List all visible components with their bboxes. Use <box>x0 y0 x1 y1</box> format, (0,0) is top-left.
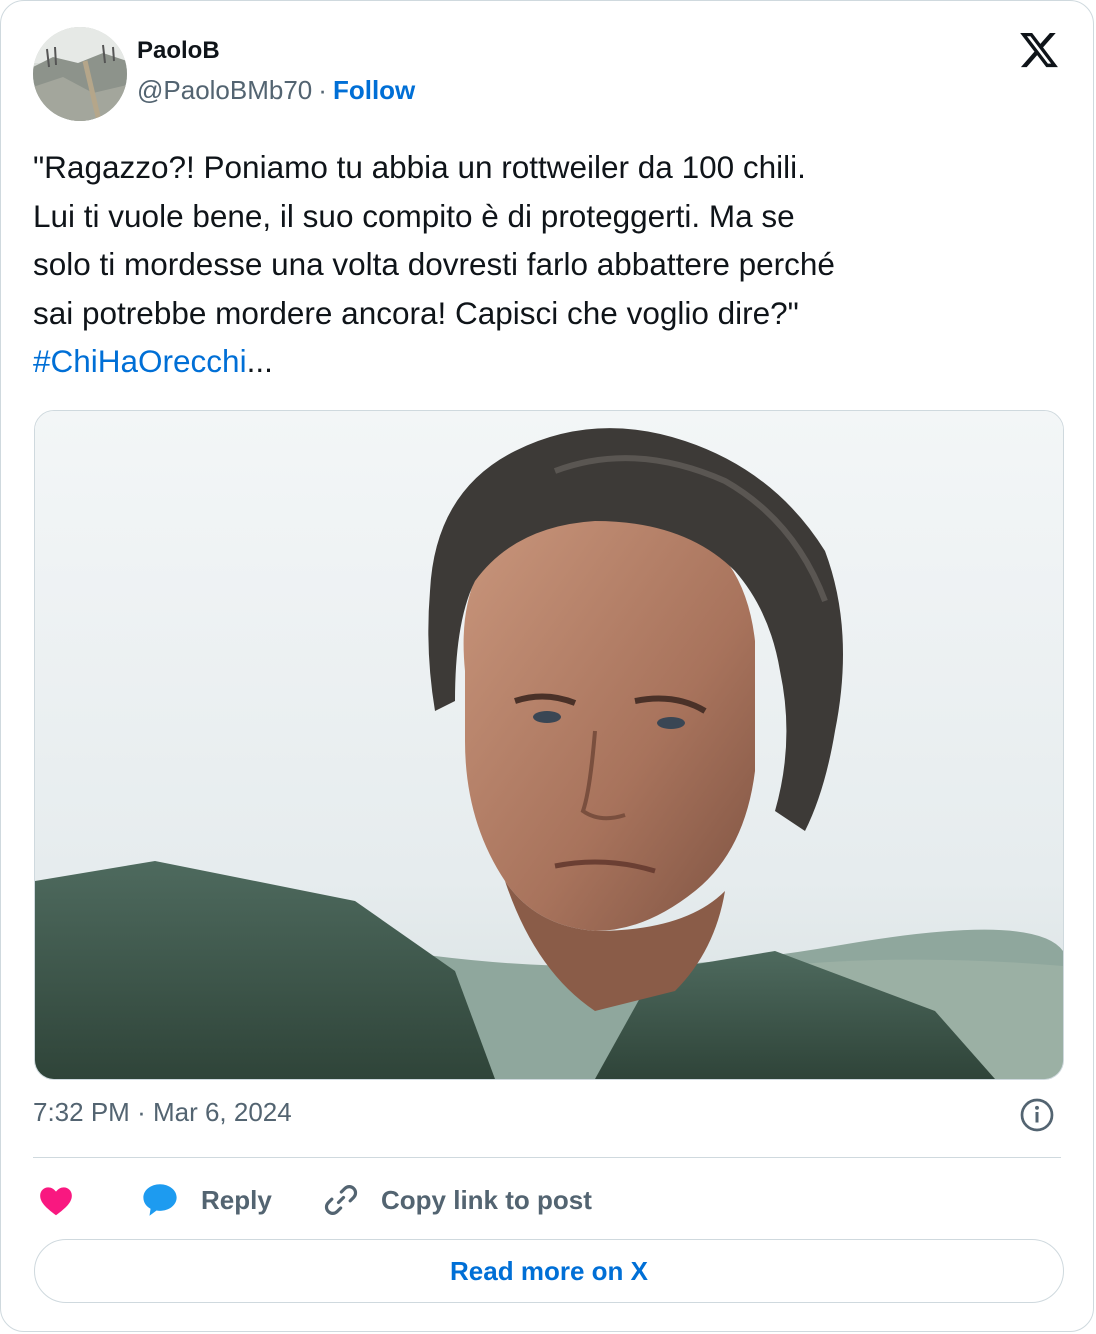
post-date: Mar 6, 2024 <box>152 1097 292 1127</box>
post-text-line: solo ti mordesse una volta dovresti farl… <box>33 246 835 282</box>
author-name[interactable]: PaoloB <box>137 37 220 65</box>
portrait-photo <box>35 411 1063 1079</box>
avatar-image <box>33 27 127 121</box>
embedded-post-card: PaoloB @PaoloBMb70 · Follow "Ragazzo?! Pon… <box>0 0 1094 1332</box>
post-text-line: Lui ti vuole bene, il suo compito è di p… <box>33 197 795 234</box>
reply-button[interactable]: Reply <box>139 1173 272 1227</box>
copy-link-button[interactable]: Copy link to post <box>321 1173 592 1227</box>
post-text-hashtag-line: #ChiHaOrecchi... <box>33 337 1063 386</box>
copy-link-label: Copy link to post <box>381 1184 592 1215</box>
avatar[interactable] <box>33 27 127 121</box>
hashtag-link[interactable]: #ChiHaOrecchi <box>33 343 247 379</box>
post-time: 7:32 PM <box>33 1097 130 1127</box>
like-button[interactable] <box>37 1173 75 1227</box>
post-header: PaoloB @PaoloBMb70 · Follow <box>33 27 1061 123</box>
speech-bubble-icon <box>143 1184 177 1216</box>
divider <box>33 1157 1061 1158</box>
author-handle[interactable]: @PaoloBMb70 <box>137 75 312 105</box>
heart-icon <box>40 1187 72 1216</box>
follow-link[interactable]: Follow <box>333 75 415 105</box>
author-handle-row: @PaoloBMb70 · Follow <box>137 75 415 106</box>
truncation-ellipsis: ... <box>246 343 273 379</box>
link-icon <box>324 1185 358 1215</box>
info-icon[interactable] <box>1019 1097 1055 1133</box>
separator-dot: · <box>318 75 327 105</box>
read-more-button[interactable]: Read more on X <box>34 1239 1064 1303</box>
reply-label: Reply <box>201 1184 272 1215</box>
post-image[interactable] <box>34 410 1064 1080</box>
x-logo-icon[interactable] <box>1017 29 1061 71</box>
post-text-line: "Ragazzo?! Poniamo tu abbia un rottweile… <box>33 149 806 185</box>
post-timestamp[interactable]: 7:32 PM · Mar 6, 2024 <box>33 1097 292 1128</box>
meta-separator: · <box>137 1097 146 1127</box>
action-bar: Reply Copy link to post <box>33 1173 1061 1227</box>
post-text: "Ragazzo?! Poniamo tu abbia un rottweile… <box>33 143 1063 386</box>
post-text-line: sai potrebbe mordere ancora! Capisci che… <box>33 294 799 331</box>
